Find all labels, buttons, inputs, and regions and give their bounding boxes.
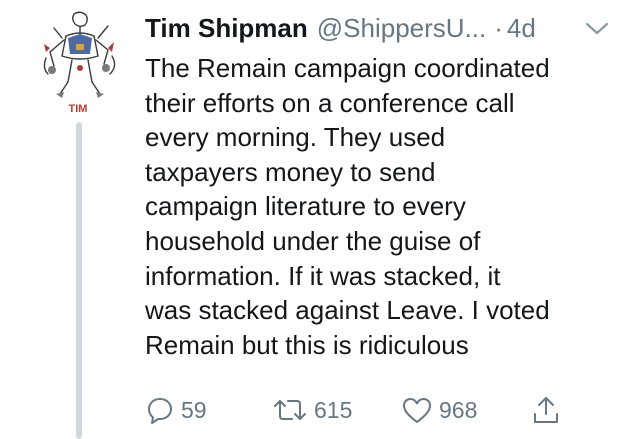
retweet-count: 615 <box>314 396 353 423</box>
separator-dot: · <box>494 13 503 43</box>
user-handle[interactable]: @ShippersU... <box>317 13 486 44</box>
like-count: 968 <box>439 396 478 423</box>
reply-button[interactable]: 59 <box>145 392 207 428</box>
tweet-text-line: was stacked against Leave. I voted <box>145 295 550 326</box>
like-button[interactable]: 968 <box>401 392 477 428</box>
tweet-text-line: campaign literature to every <box>145 191 466 222</box>
chevron-down-icon <box>585 22 609 35</box>
avatar[interactable]: TIM <box>34 8 122 118</box>
tweet-text-line: information. If it was stacked, it <box>145 260 501 291</box>
retweet-icon <box>274 400 306 420</box>
tweet-header: Tim Shipman @ShippersU... · 4d <box>145 13 536 47</box>
avatar-illustration: TIM <box>43 11 116 115</box>
retweet-button[interactable]: 615 <box>272 392 352 428</box>
tweet-text-line: The Remain campaign coordinated <box>145 53 550 83</box>
tweet-text: The Remain campaign coordinated their ef… <box>145 51 620 362</box>
reply-icon <box>148 398 172 424</box>
heart-icon <box>403 398 431 423</box>
tweet-text-line: household under the guise of <box>145 225 481 256</box>
tweet[interactable]: TIM Tim Shipman @ShippersU... · 4d The R… <box>0 0 640 439</box>
timestamp[interactable]: 4d <box>507 13 536 44</box>
tweet-actions: 59 615 968 <box>145 392 585 428</box>
avatar-label: TIM <box>69 103 88 115</box>
reply-count: 59 <box>181 396 207 423</box>
tweet-text-line: their efforts on a conference call <box>145 87 515 118</box>
more-options-button[interactable] <box>584 20 610 38</box>
display-name[interactable]: Tim Shipman <box>145 13 308 44</box>
tweet-text-line: taxpayers money to send <box>145 156 436 187</box>
share-icon <box>534 397 558 423</box>
tweet-text-line: every morning. They used <box>145 122 446 153</box>
tweet-text-line: Remain but this is ridiculous <box>145 329 469 360</box>
share-button[interactable] <box>531 392 561 428</box>
thread-line <box>76 122 82 439</box>
